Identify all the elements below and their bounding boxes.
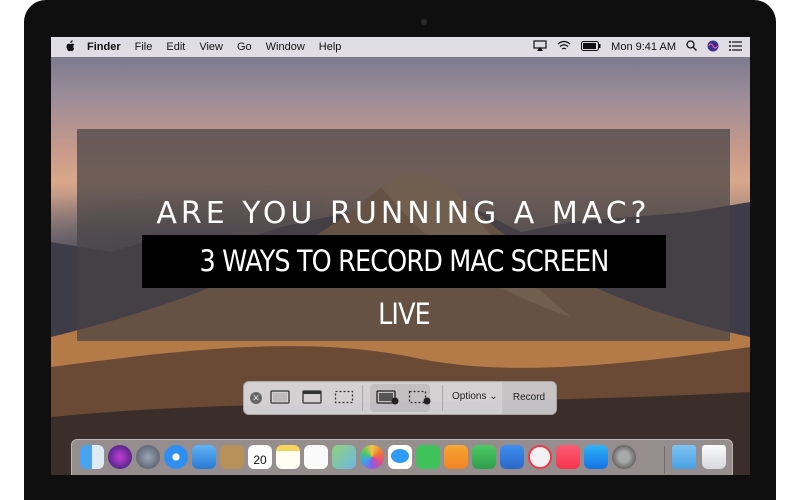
finder-icon[interactable] bbox=[80, 445, 104, 469]
dock-divider bbox=[664, 446, 665, 474]
capture-window-icon[interactable] bbox=[302, 389, 322, 405]
music-icon[interactable] bbox=[556, 445, 580, 469]
options-menu-button[interactable]: Options ⌄ bbox=[452, 391, 498, 402]
close-toolbar-button[interactable]: ✕ bbox=[250, 392, 262, 404]
downloads-folder-icon[interactable] bbox=[672, 445, 696, 469]
battery-icon[interactable] bbox=[581, 40, 601, 54]
banner-overlay: ARE YOU RUNNING A MAC? 3 WAYS TO RECORD … bbox=[77, 129, 730, 341]
calendar-icon[interactable]: 20 bbox=[248, 445, 272, 469]
contacts-icon[interactable] bbox=[220, 445, 244, 469]
banner-subheadline-box: 3 WAYS TO RECORD MAC SCREEN LIVE bbox=[142, 235, 666, 331]
launchpad-icon[interactable] bbox=[136, 445, 160, 469]
app-store-icon[interactable] bbox=[584, 445, 608, 469]
airplay-icon[interactable] bbox=[533, 40, 547, 54]
menu-view[interactable]: View bbox=[199, 41, 223, 53]
toolbar-divider bbox=[362, 385, 363, 411]
facetime-icon[interactable] bbox=[416, 445, 440, 469]
menu-go[interactable]: Go bbox=[237, 41, 252, 53]
menu-bar: Finder File Edit View Go Window Help Mon… bbox=[51, 37, 750, 57]
record-selection-icon[interactable] bbox=[408, 389, 432, 405]
menu-help[interactable]: Help bbox=[319, 41, 342, 53]
options-label: Options bbox=[452, 391, 487, 402]
toolbar-divider bbox=[442, 385, 443, 411]
wifi-icon[interactable] bbox=[557, 40, 571, 54]
banner-subheadline: 3 WAYS TO RECORD MAC SCREEN LIVE bbox=[199, 244, 610, 331]
system-preferences-icon[interactable] bbox=[612, 445, 636, 469]
menu-window[interactable]: Window bbox=[266, 41, 305, 53]
news-icon[interactable] bbox=[528, 445, 552, 469]
spotlight-search-icon[interactable] bbox=[686, 40, 697, 54]
menu-finder[interactable]: Finder bbox=[87, 41, 121, 53]
notification-center-icon[interactable] bbox=[729, 40, 742, 54]
reminders-icon[interactable] bbox=[304, 445, 328, 469]
screen-capture-toolbar: ✕ Options ⌄ Record bbox=[243, 381, 557, 415]
record-button[interactable]: Record bbox=[502, 382, 556, 414]
chevron-down-icon: ⌄ bbox=[489, 391, 498, 402]
clock[interactable]: Mon 9:41 AM bbox=[611, 41, 676, 53]
calendar-day: 20 bbox=[253, 453, 267, 467]
trash-icon[interactable] bbox=[702, 445, 726, 469]
dock: 20 bbox=[71, 439, 733, 475]
messages-icon[interactable] bbox=[388, 445, 412, 469]
banner-headline: ARE YOU RUNNING A MAC? bbox=[156, 196, 651, 231]
status-area: Mon 9:41 AM bbox=[533, 37, 742, 57]
capture-entire-screen-icon[interactable] bbox=[270, 389, 290, 405]
record-entire-screen-icon[interactable] bbox=[376, 389, 400, 405]
camera bbox=[421, 19, 427, 25]
photos-icon[interactable] bbox=[360, 445, 384, 469]
capture-selection-icon[interactable] bbox=[334, 389, 354, 405]
menu-file[interactable]: File bbox=[135, 41, 153, 53]
numbers-icon[interactable] bbox=[472, 445, 496, 469]
mail-icon[interactable] bbox=[192, 445, 216, 469]
pages-icon[interactable] bbox=[444, 445, 468, 469]
notes-icon[interactable] bbox=[276, 445, 300, 469]
siri-icon[interactable] bbox=[108, 445, 132, 469]
maps-icon[interactable] bbox=[332, 445, 356, 469]
menu-edit[interactable]: Edit bbox=[166, 41, 185, 53]
siri-icon[interactable] bbox=[707, 40, 719, 55]
desktop-screen: Finder File Edit View Go Window Help Mon… bbox=[51, 37, 750, 475]
safari-icon[interactable] bbox=[164, 445, 188, 469]
apple-menu-icon[interactable] bbox=[65, 39, 75, 55]
keynote-icon[interactable] bbox=[500, 445, 524, 469]
